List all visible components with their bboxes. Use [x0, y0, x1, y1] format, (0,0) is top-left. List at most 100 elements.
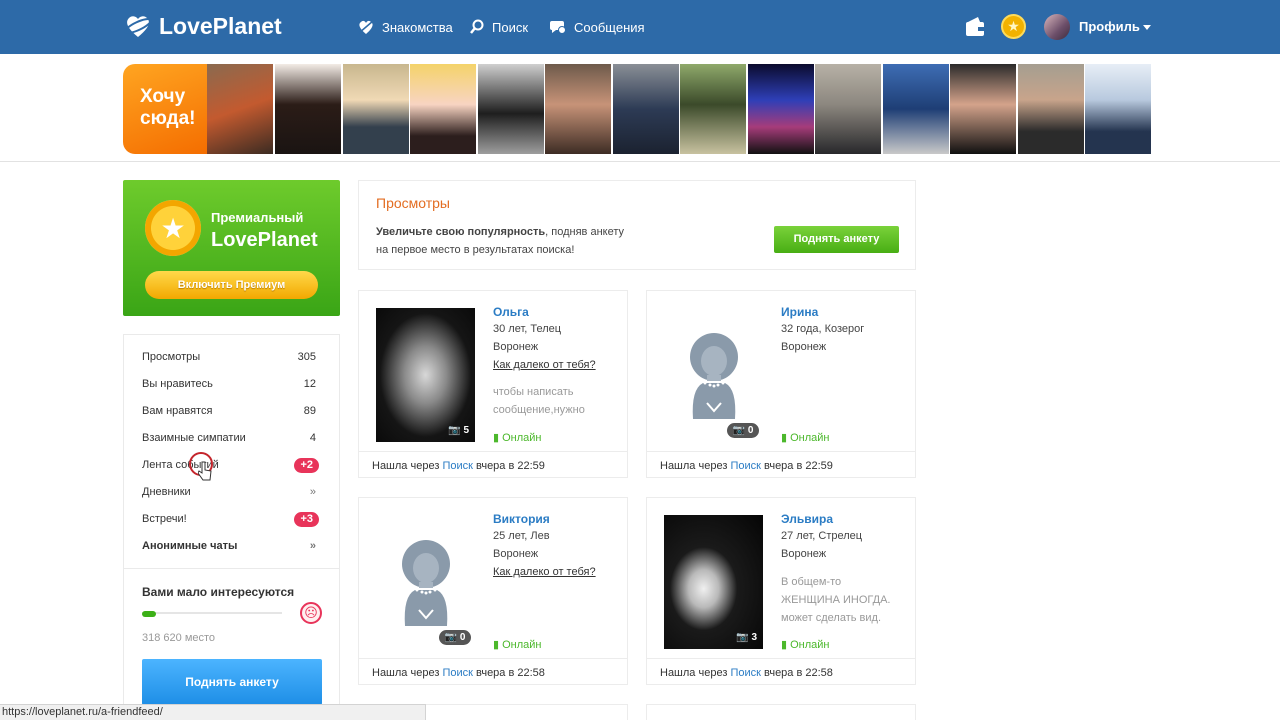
planet-logo-icon [124, 16, 152, 37]
sidebar-item-you-liked[interactable]: Вы нравитесь 12 [142, 374, 316, 394]
profile-card[interactable]: 📷 5 Ольга 30 лет, Телец Воронеж Как дале… [358, 290, 628, 478]
star-medal-icon: ★ [145, 200, 201, 256]
nav-search[interactable]: Поиск [469, 17, 528, 37]
profile-note: чтобы написать сообщение,нужно [493, 386, 585, 416]
profile-menu-label[interactable]: Профиль [1079, 19, 1140, 34]
strip-photo[interactable] [275, 64, 341, 154]
sidebar-item-anon-chats[interactable]: Анонимные чаты » [142, 536, 316, 556]
card-footer: Нашла через Поиск вчера в 22:58 [647, 658, 915, 685]
strip-photo[interactable] [680, 64, 746, 154]
strip-photo[interactable] [815, 64, 881, 154]
strip-photo[interactable] [1085, 64, 1151, 154]
wallet-icon[interactable] [962, 14, 988, 40]
online-status: ▮ Онлайн [493, 639, 542, 651]
found-via-link[interactable]: Поиск [730, 667, 760, 679]
logo-text: LovePlanet [159, 12, 282, 39]
profile-note: В общем-то ЖЕНЩИНА ИНОГДА. может сделать… [781, 576, 891, 624]
views-text-rest: , подняв анкету [545, 226, 624, 238]
photo-count: 📷 3 [736, 632, 757, 643]
sidebar-item-feed[interactable]: Лента событий +2 [142, 455, 319, 475]
hand-cursor-icon [198, 461, 212, 481]
profile-city: Воронеж [781, 341, 827, 353]
female-silhouette-icon[interactable] [683, 331, 745, 419]
strip-photo[interactable] [950, 64, 1016, 154]
found-via-link[interactable]: Поиск [442, 460, 472, 472]
interest-title: Вами мало интересуются [142, 585, 295, 599]
sidebar-item-label: Взаимные симпатии [142, 432, 246, 444]
sidebar-item-label: Дневники [142, 486, 191, 498]
card-footer: Нашла через Поиск вчера в 22:59 [647, 451, 915, 478]
promo-line2: сюда! [140, 108, 196, 129]
double-chevron-icon: » [309, 486, 316, 498]
found-via-link[interactable]: Поиск [442, 667, 472, 679]
notification-badge: +2 [294, 458, 319, 473]
distance-link[interactable]: Как далеко от тебя? [493, 359, 596, 371]
profile-photo[interactable]: 📷 5 [376, 308, 475, 442]
strip-photo[interactable] [207, 64, 273, 154]
profile-photo[interactable]: 📷 3 [664, 515, 763, 649]
profile-age-sign: 32 года, Козерог [781, 323, 865, 335]
strip-photo[interactable] [613, 64, 679, 154]
profile-city: Воронеж [493, 341, 539, 353]
profile-city: Воронеж [493, 548, 539, 560]
sidebar-item-label: Вам нравятся [142, 405, 213, 417]
views-text-rest2: на первое место в результатах поиска! [376, 244, 575, 256]
nav-search-label: Поиск [492, 19, 529, 35]
avatar[interactable] [1044, 14, 1070, 40]
sidebar-item-label: Вы нравитесь [142, 378, 213, 390]
premium-title-small: Премиальный [211, 210, 304, 225]
raise-profile-button[interactable]: Поднять анкету [142, 659, 322, 705]
sidebar-item-count: 305 [297, 351, 316, 363]
profile-age-sign: 25 лет, Лев [493, 530, 550, 542]
strip-photo[interactable] [410, 64, 476, 154]
chat-bubbles-icon [550, 21, 566, 34]
profile-name[interactable]: Эльвира [781, 512, 833, 526]
strip-photo[interactable] [883, 64, 949, 154]
chevron-down-icon[interactable] [1143, 25, 1151, 30]
nav-messages[interactable]: Сообщения [549, 17, 645, 37]
profile-name[interactable]: Виктория [493, 512, 550, 526]
strip-photo[interactable] [545, 64, 611, 154]
strip-photo[interactable] [343, 64, 409, 154]
card-footer: Нашла через Поиск вчера в 22:58 [359, 658, 627, 685]
profile-city: Воронеж [781, 548, 827, 560]
profile-card[interactable]: 📷 3 Эльвира 27 лет, Стрелец Воронеж В об… [646, 497, 916, 685]
profile-card[interactable]: 📷 0 Виктория 25 лет, Лев Воронеж Как дал… [358, 497, 628, 685]
raise-profile-small-button[interactable]: Поднять анкету [774, 226, 899, 253]
top-header: LovePlanet Знакомства Поиск Сообщения ★ … [0, 0, 1280, 54]
premium-coin-icon[interactable]: ★ [1001, 14, 1026, 39]
distance-link[interactable]: Как далеко от тебя? [493, 566, 596, 578]
views-text: Увеличьте свою популярность, подняв анке… [376, 223, 676, 259]
top-photo-strip: Хочу сюда! [0, 54, 1280, 162]
nav-dating[interactable]: Знакомства [357, 17, 453, 37]
strip-photo[interactable] [478, 64, 544, 154]
premium-banner: ★ Премиальный LovePlanet Включить Премиу… [123, 180, 340, 316]
sidebar-item-count: 89 [303, 405, 316, 417]
sidebar-item-mutual[interactable]: Взаимные симпатии 4 [142, 428, 316, 448]
profile-age-sign: 27 лет, Стрелец [781, 530, 863, 542]
sidebar-item-meetings[interactable]: Встречи! +3 [142, 509, 319, 529]
notification-badge: +3 [294, 512, 319, 527]
views-title: Просмотры [376, 195, 450, 211]
profile-age-sign: 30 лет, Телец [493, 323, 562, 335]
sidebar-item-views[interactable]: Просмотры 305 [142, 347, 316, 367]
profile-name[interactable]: Ирина [781, 305, 818, 319]
sidebar-item-you-like[interactable]: Вам нравятся 89 [142, 401, 316, 421]
profile-name[interactable]: Ольга [493, 305, 529, 319]
profile-card[interactable]: 📷 0 Ирина 32 года, Козерог Воронеж ▮ Онл… [646, 290, 916, 478]
enable-premium-button[interactable]: Включить Премиум [145, 271, 318, 299]
online-status: ▮ Онлайн [781, 639, 830, 651]
strip-photo[interactable] [1018, 64, 1084, 154]
want-here-promo[interactable]: Хочу сюда! [123, 64, 211, 154]
found-via-link[interactable]: Поиск [730, 460, 760, 472]
views-promo-box: Просмотры Увеличьте свою популярность, п… [358, 180, 916, 270]
premium-title-big: LovePlanet [211, 229, 318, 251]
sidebar-item-label: Просмотры [142, 351, 201, 363]
rank-place: 318 620 место [142, 632, 216, 644]
female-silhouette-icon[interactable] [395, 538, 457, 626]
strip-photo[interactable] [748, 64, 814, 154]
sidebar-item-diaries[interactable]: Дневники » [142, 482, 316, 502]
sidebar-item-count: 4 [309, 432, 316, 444]
logo[interactable]: LovePlanet [123, 11, 282, 41]
photo-count: 📷 0 [439, 630, 471, 645]
